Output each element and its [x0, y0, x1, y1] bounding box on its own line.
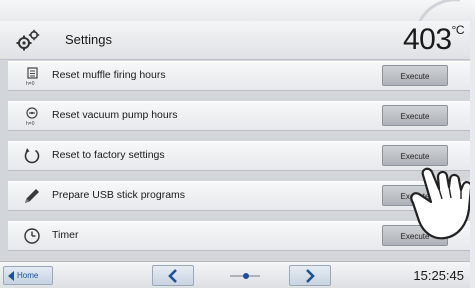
svg-text:h=0: h=0 [26, 81, 35, 86]
row-label-muffle-hours: Reset muffle firing hours [52, 69, 166, 81]
home-button[interactable]: Home [3, 266, 53, 285]
page-title: Settings [65, 32, 112, 47]
circular-arrow-icon [24, 148, 40, 164]
settings-row-timer: Timer Execute [8, 221, 470, 251]
decorative-arc [418, 0, 460, 21]
temperature-unit: °C [451, 23, 465, 37]
footer-bar: Home 15:25:45 [0, 261, 470, 288]
execute-button-muffle-hours[interactable]: Execute [382, 65, 448, 86]
vacuum-pump-reset-icon: h=0 [26, 107, 38, 126]
row-label-timer: Timer [52, 229, 79, 241]
next-page-button[interactable] [289, 265, 331, 286]
clock-time: 15:25:45 [413, 268, 464, 283]
chevron-right-icon [306, 269, 315, 283]
clock-icon [24, 228, 40, 244]
home-button-label: Home [17, 271, 39, 280]
settings-row-usb-programs: Prepare USB stick programs Execute [8, 181, 470, 211]
gears-icon [16, 29, 40, 51]
row-label-usb-programs: Prepare USB stick programs [52, 189, 186, 201]
chevron-left-icon [168, 269, 177, 283]
execute-button-vacuum-hours[interactable]: Execute [382, 105, 448, 126]
previous-page-button[interactable] [152, 265, 194, 286]
temperature-value: 403 [402, 23, 452, 56]
page-indicator [230, 273, 260, 279]
back-triangle-icon [8, 271, 14, 281]
row-label-vacuum-hours: Reset vacuum pump hours [52, 109, 178, 121]
header-bar: Settings 403°C [0, 21, 470, 60]
pen-icon [25, 189, 39, 203]
top-strip [0, 0, 475, 21]
settings-row-vacuum-hours: h=0 Reset vacuum pump hours Execute [8, 101, 470, 131]
device-screen: Settings 403°C h=0 Reset muffle firing h… [0, 21, 470, 288]
muffle-hours-reset-icon: h=0 [26, 67, 38, 86]
temperature-readout: 403°C [402, 23, 465, 57]
svg-text:h=0: h=0 [26, 121, 35, 126]
settings-row-muffle-hours: h=0 Reset muffle firing hours Execute [8, 61, 470, 91]
pointing-hand-icon [410, 167, 470, 240]
row-label-factory-reset: Reset to factory settings [52, 149, 165, 161]
settings-row-factory-reset: Reset to factory settings Execute [8, 141, 470, 171]
